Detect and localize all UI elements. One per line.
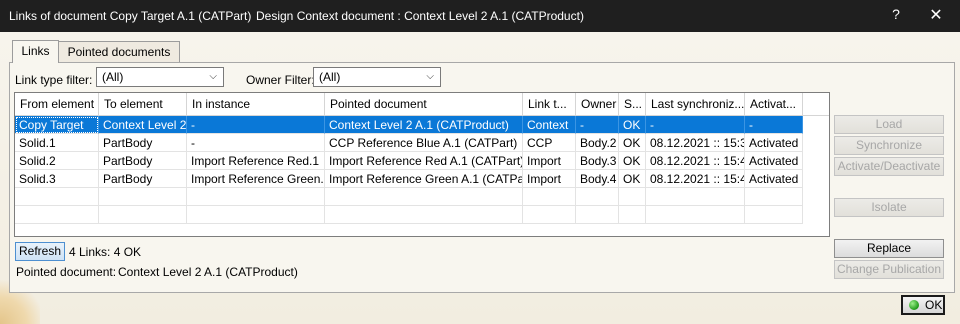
links-table[interactable]: From element To element In instance Pointed… — [14, 92, 830, 237]
table-cell — [646, 206, 745, 224]
table-cell: - — [745, 116, 803, 134]
ok-label: OK — [925, 298, 943, 312]
table-cell — [576, 188, 619, 206]
table-cell — [187, 206, 325, 224]
refresh-button[interactable]: Refresh — [15, 242, 65, 261]
column-header[interactable]: Activat... — [745, 93, 803, 116]
table-cell: Context Level 2 A.1 (CATProduct) — [325, 116, 523, 134]
title-bar: Links of document Copy Target A.1 (CATPa… — [0, 0, 960, 32]
table-cell: Import — [523, 170, 576, 188]
table-cell: Activated — [745, 152, 803, 170]
table-cell — [325, 206, 523, 224]
table-cell: Solid.1 — [15, 134, 99, 152]
tab-pointed-documents[interactable]: Pointed documents — [58, 41, 180, 62]
table-cell: Import Reference Red.1 — [187, 152, 325, 170]
owner-filter-select[interactable]: (All) ⌵ — [313, 67, 441, 87]
column-header[interactable]: Pointed document — [325, 93, 523, 116]
column-header[interactable]: In instance — [187, 93, 325, 116]
ok-button[interactable]: OK — [901, 295, 945, 315]
owner-filter-label: Owner Filter: — [246, 73, 315, 87]
table-cell: Activated — [745, 134, 803, 152]
table-cell — [646, 188, 745, 206]
column-header-filler — [803, 93, 829, 116]
table-cell — [99, 188, 187, 206]
chevron-down-icon: ⌵ — [426, 71, 434, 82]
table-cell: PartBody — [99, 134, 187, 152]
table-cell: 08.12.2021 :: 15:44 — [646, 170, 745, 188]
table-cell: - — [187, 116, 325, 134]
link-type-filter-label: Link type filter: — [15, 73, 93, 87]
activate-deactivate-button[interactable]: Activate/Deactivate — [834, 157, 944, 176]
replace-button[interactable]: Replace — [834, 239, 944, 258]
table-cell: Import Reference Red A.1 (CATPart) — [325, 152, 523, 170]
table-cell: Activated — [745, 170, 803, 188]
pointed-document-label: Pointed document: — [16, 265, 117, 279]
table-cell: PartBody — [99, 170, 187, 188]
table-cell: Import — [523, 152, 576, 170]
table-cell — [325, 188, 523, 206]
chevron-down-icon: ⌵ — [209, 71, 217, 82]
column-header[interactable]: From element — [15, 93, 99, 116]
table-cell: Copy Target — [15, 116, 99, 134]
table-cell: Solid.3 — [15, 170, 99, 188]
synchronize-button[interactable]: Synchronize — [834, 136, 944, 155]
table-cell — [15, 206, 99, 224]
column-header[interactable]: Link t... — [523, 93, 576, 116]
help-button[interactable]: ? — [888, 6, 904, 22]
pointed-document-value: Context Level 2 A.1 (CATProduct) — [118, 265, 298, 279]
table-cell: CCP — [523, 134, 576, 152]
table-cell: OK — [619, 134, 646, 152]
close-button[interactable]: ✕ — [928, 5, 944, 25]
column-header[interactable]: S... — [619, 93, 646, 116]
table-cell — [745, 188, 803, 206]
links-dialog: Links of document Copy Target A.1 (CATPa… — [0, 0, 960, 324]
table-cell — [619, 206, 646, 224]
table-cell — [523, 188, 576, 206]
table-cell: 08.12.2021 :: 15:37 — [646, 134, 745, 152]
column-header[interactable]: To element — [99, 93, 187, 116]
column-header[interactable]: Last synchroniz... — [646, 93, 745, 116]
link-type-filter-select[interactable]: (All) ⌵ — [96, 67, 224, 87]
table-cell: OK — [619, 170, 646, 188]
table-cell: Import Reference Green A.1 (CATPart) — [325, 170, 523, 188]
table-cell — [745, 206, 803, 224]
table-cell: 08.12.2021 :: 15:44 — [646, 152, 745, 170]
window-title: Links of document Copy Target A.1 (CATPa… — [9, 9, 252, 23]
table-cell: - — [576, 116, 619, 134]
isolate-button[interactable]: Isolate — [834, 198, 944, 217]
table-cell: Context Level 2 — [99, 116, 187, 134]
column-header[interactable]: Owner — [576, 93, 619, 116]
load-button[interactable]: Load — [834, 115, 944, 134]
table-cell: - — [646, 116, 745, 134]
table-cell: Context — [523, 116, 576, 134]
table-cell: Body.2 — [576, 134, 619, 152]
table-cell — [576, 206, 619, 224]
table-cell — [187, 188, 325, 206]
table-cell: Body.3 — [576, 152, 619, 170]
status-ok-icon — [909, 300, 919, 310]
owner-filter-value: (All) — [319, 70, 341, 84]
status-summary: 4 Links: 4 OK — [69, 245, 142, 259]
table-cell: Solid.2 — [15, 152, 99, 170]
table-cell — [15, 188, 99, 206]
table-cell: OK — [619, 116, 646, 134]
table-cell: CCP Reference Blue A.1 (CATPart) — [325, 134, 523, 152]
table-cell — [619, 188, 646, 206]
table-cell — [99, 206, 187, 224]
design-context-title: Design Context document : Context Level … — [256, 9, 584, 23]
table-cell: Body.4 — [576, 170, 619, 188]
link-type-filter-value: (All) — [102, 70, 124, 84]
table-cell: - — [187, 134, 325, 152]
table-cell: OK — [619, 152, 646, 170]
table-cell: PartBody — [99, 152, 187, 170]
tab-links[interactable]: Links — [12, 40, 59, 63]
change-publication-button[interactable]: Change Publication — [834, 260, 944, 279]
table-cell: Import Reference Green.1 — [187, 170, 325, 188]
table-cell — [523, 206, 576, 224]
